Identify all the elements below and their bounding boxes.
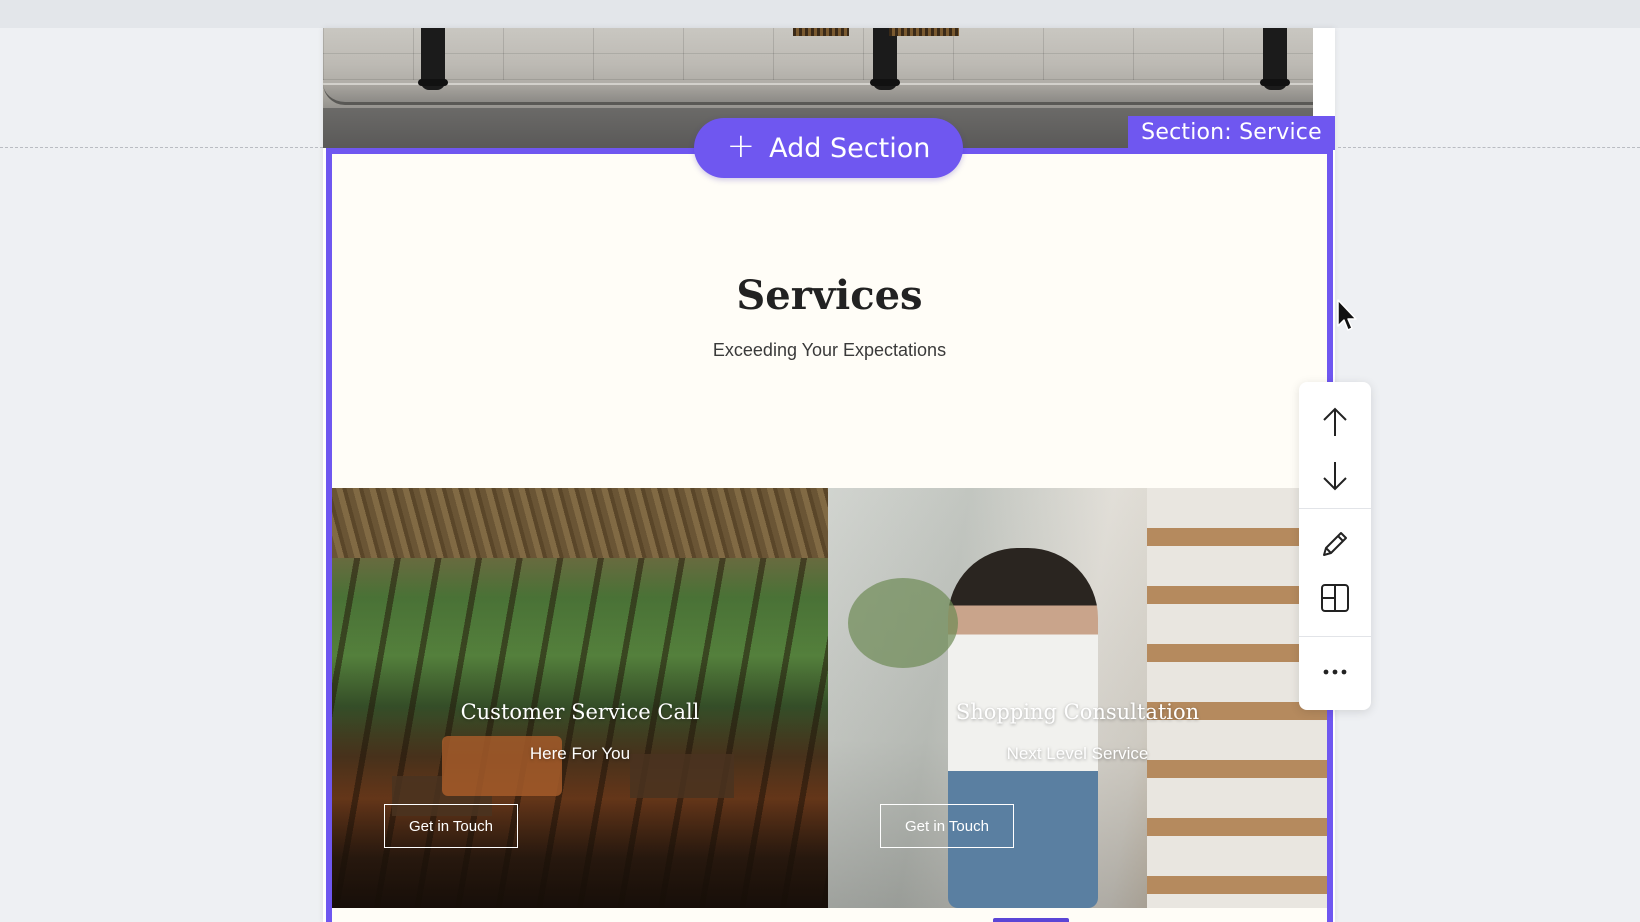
get-in-touch-button[interactable]: Get in Touch [384, 804, 518, 848]
bollard [1260, 28, 1290, 90]
move-up-button[interactable] [1299, 396, 1371, 448]
plus-icon: + [726, 126, 756, 166]
get-in-touch-button[interactable]: Get in Touch [880, 804, 1014, 848]
card-subtitle: Here For You [529, 744, 631, 763]
service-card-shopping-consultation[interactable]: Shopping Consultation Next Level Service… [828, 488, 1327, 908]
card-subtitle: Next Level Service [1006, 744, 1149, 763]
drain-grate [793, 28, 849, 36]
section-guide-line-right [1338, 147, 1640, 148]
card-title: Customer Service Call [460, 700, 700, 724]
add-section-button[interactable]: + Add Section [694, 118, 963, 178]
bollard [870, 28, 900, 90]
section-name-tag[interactable]: Section: Service [1128, 116, 1335, 150]
bollard [418, 28, 448, 90]
curb [323, 83, 1313, 105]
section-guide-line-left [0, 147, 323, 148]
editor-top-bar [0, 0, 1640, 28]
service-card-customer-service[interactable]: Customer Service Call Here For You Get i… [332, 488, 828, 908]
services-subheading[interactable]: Exceeding Your Expectations [326, 340, 1333, 361]
add-section-label: Add Section [769, 132, 931, 164]
drain-grate [889, 28, 959, 36]
card-content: Customer Service Call Here For You Get i… [332, 488, 828, 908]
services-heading[interactable]: Services [326, 272, 1333, 319]
arrow-up-icon [1323, 407, 1347, 436]
section-bottom-strip [332, 908, 1327, 922]
section-resize-handle[interactable] [993, 918, 1069, 922]
card-title: Shopping Consultation [955, 700, 1200, 724]
mouse-cursor-icon [1337, 299, 1357, 331]
card-content: Shopping Consultation Next Level Service… [828, 488, 1327, 908]
